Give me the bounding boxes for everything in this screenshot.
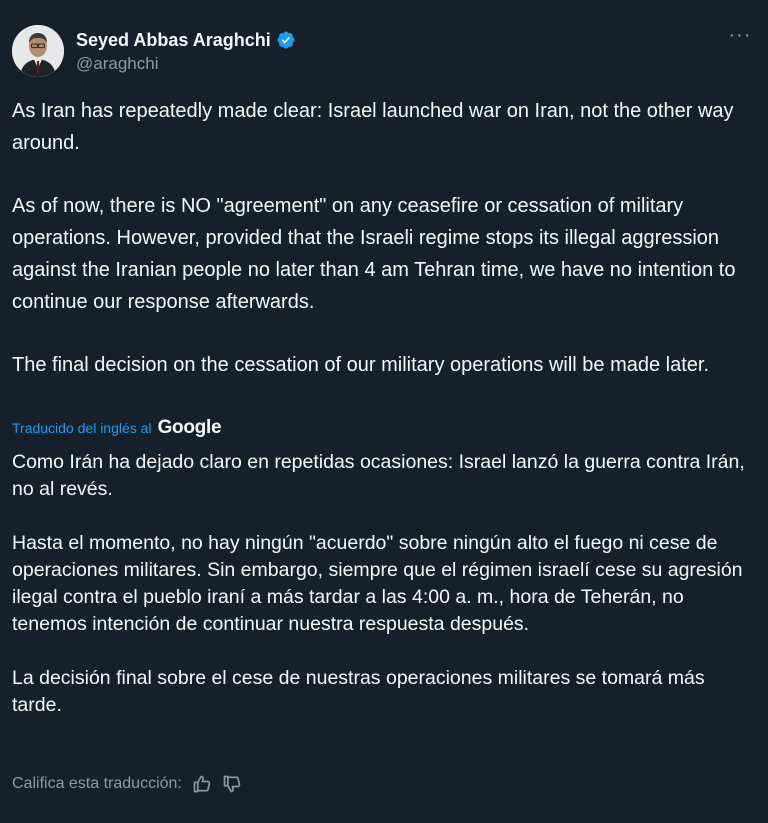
translated-from-link[interactable]: Traducido del inglés al (12, 420, 152, 436)
tweet-text: As Iran has repeatedly made clear: Israe… (12, 95, 747, 381)
author-name-row: Seyed Abbas Araghchi (76, 28, 296, 52)
tweet-paragraph: As of now, there is NO "agreement" on an… (12, 195, 736, 313)
translation-paragraph: Hasta el momento, no hay ningún "acuerdo… (12, 532, 743, 635)
translation-paragraph: La decisión final sobre el cese de nuest… (12, 667, 705, 716)
rate-translation: Califica esta traducción: (12, 774, 242, 794)
verified-badge-icon[interactable] (276, 30, 296, 50)
google-logo: Google (157, 417, 222, 438)
tweet-header: Seyed Abbas Araghchi @araghchi ··· (12, 25, 756, 81)
author-name[interactable]: Seyed Abbas Araghchi (76, 30, 271, 51)
tweet-paragraph: The final decision on the cessation of o… (12, 354, 710, 376)
tweet-paragraph: As Iran has repeatedly made clear: Israe… (12, 100, 734, 154)
avatar[interactable] (12, 25, 64, 77)
author-info: Seyed Abbas Araghchi @araghchi (76, 28, 296, 74)
thumbs-up-icon[interactable] (192, 774, 212, 794)
thumbs-down-icon[interactable] (222, 774, 242, 794)
translation-paragraph: Como Irán ha dejado claro en repetidas o… (12, 451, 745, 500)
rate-translation-label: Califica esta traducción: (12, 775, 182, 792)
more-options-icon[interactable]: ··· (726, 25, 754, 51)
author-handle[interactable]: @araghchi (76, 54, 296, 74)
translation-attribution: Traducido del inglés al Google (12, 416, 222, 440)
translated-text: Como Irán ha dejado claro en repetidas o… (12, 449, 752, 719)
avatar-photo-icon (12, 25, 64, 77)
